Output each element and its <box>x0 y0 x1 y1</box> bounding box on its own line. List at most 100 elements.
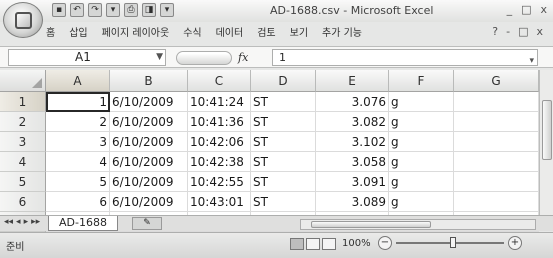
cell-g4[interactable] <box>454 152 539 172</box>
expand-formula-bar-icon[interactable]: ▾ <box>529 54 534 69</box>
cell-c3[interactable]: 10:42:06 <box>188 132 251 152</box>
cell-g6[interactable] <box>454 192 539 212</box>
column-header-g[interactable]: G <box>454 70 539 92</box>
cell-e2[interactable]: 3.082 <box>316 112 389 132</box>
page-layout-view-icon[interactable] <box>306 238 320 250</box>
close-button[interactable]: x <box>540 3 547 16</box>
undo-button[interactable]: ↶ <box>70 3 84 17</box>
cell-d4[interactable]: ST <box>251 152 316 172</box>
cell-a4[interactable]: 4 <box>46 152 110 172</box>
cell-e5[interactable]: 3.091 <box>316 172 389 192</box>
zoom-in-button[interactable]: + <box>508 236 522 250</box>
tab-add-ins[interactable]: 추가 기능 <box>322 24 362 42</box>
cell-b4[interactable]: 6/10/2009 <box>110 152 188 172</box>
save-icon[interactable]: ▪ <box>52 3 66 17</box>
last-sheet-button[interactable]: ▸▸ <box>31 217 40 227</box>
customize-qat-icon[interactable]: ▾ <box>160 3 174 17</box>
cell-f6[interactable]: g <box>389 192 454 212</box>
qat-dropdown-icon[interactable]: ▾ <box>106 3 120 17</box>
horizontal-scrollbar[interactable] <box>300 219 536 230</box>
cell-d3[interactable]: ST <box>251 132 316 152</box>
cell-a3[interactable]: 3 <box>46 132 110 152</box>
cell-e3[interactable]: 3.102 <box>316 132 389 152</box>
row-header-6[interactable]: 6 <box>0 192 46 212</box>
cell-b2[interactable]: 6/10/2009 <box>110 112 188 132</box>
cell-f5[interactable]: g <box>389 172 454 192</box>
cell-b6[interactable]: 6/10/2009 <box>110 192 188 212</box>
horizontal-scroll-thumb[interactable] <box>311 221 431 228</box>
help-icon[interactable]: ? <box>492 25 498 38</box>
cell-f4[interactable]: g <box>389 152 454 172</box>
sheet-tab-active[interactable]: AD-1688 <box>48 216 118 231</box>
column-header-a[interactable]: A <box>46 70 110 92</box>
cell-e6[interactable]: 3.089 <box>316 192 389 212</box>
chevron-down-icon[interactable]: ▼ <box>156 50 163 65</box>
cell-c5[interactable]: 10:42:55 <box>188 172 251 192</box>
cell-d2[interactable]: ST <box>251 112 316 132</box>
cell-f1[interactable]: g <box>389 92 454 112</box>
redo-button[interactable]: ↷ <box>88 3 102 17</box>
cell-d5[interactable]: ST <box>251 172 316 192</box>
row-header-5[interactable]: 5 <box>0 172 46 192</box>
cell-b5[interactable]: 6/10/2009 <box>110 172 188 192</box>
first-sheet-button[interactable]: ◂◂ <box>4 217 13 227</box>
cell-c4[interactable]: 10:42:38 <box>188 152 251 172</box>
formula-input[interactable]: 1 ▾ <box>272 49 538 66</box>
insert-sheet-icon[interactable]: ✎ <box>132 217 162 230</box>
print-icon[interactable]: ⎙ <box>124 3 138 17</box>
page-break-view-icon[interactable] <box>322 238 336 250</box>
tab-review[interactable]: 검토 <box>257 24 275 42</box>
column-header-c[interactable]: C <box>188 70 251 92</box>
cell-g5[interactable] <box>454 172 539 192</box>
cell-a2[interactable]: 2 <box>46 112 110 132</box>
cell-c1[interactable]: 10:41:24 <box>188 92 251 112</box>
tab-data[interactable]: 데이터 <box>216 24 244 42</box>
cell-g1[interactable] <box>454 92 539 112</box>
zoom-slider-thumb[interactable] <box>450 237 456 248</box>
name-box[interactable]: A1 ▼ <box>8 49 166 66</box>
workbook-restore-button[interactable]: □ <box>518 25 528 38</box>
workbook-close-button[interactable]: x <box>536 25 543 38</box>
formula-splitter[interactable] <box>176 50 232 65</box>
column-header-e[interactable]: E <box>316 70 389 92</box>
prev-sheet-button[interactable]: ◂ <box>16 217 21 227</box>
row-header-2[interactable]: 2 <box>0 112 46 132</box>
cell-b3[interactable]: 6/10/2009 <box>110 132 188 152</box>
cell-a5[interactable]: 5 <box>46 172 110 192</box>
cell-f3[interactable]: g <box>389 132 454 152</box>
cell-g3[interactable] <box>454 132 539 152</box>
tab-home[interactable]: 홈 <box>46 24 55 42</box>
workbook-minimize-button[interactable]: - <box>506 25 510 38</box>
cell-c2[interactable]: 10:41:36 <box>188 112 251 132</box>
cell-b1[interactable]: 6/10/2009 <box>110 92 188 112</box>
select-all-button[interactable] <box>0 70 46 92</box>
preview-icon[interactable]: ◨ <box>142 3 156 17</box>
cell-d1[interactable]: ST <box>251 92 316 112</box>
minimize-button[interactable]: _ <box>507 3 513 16</box>
normal-view-icon[interactable] <box>290 238 304 250</box>
column-header-d[interactable]: D <box>251 70 316 92</box>
cell-e1[interactable]: 3.076 <box>316 92 389 112</box>
vertical-scroll-thumb[interactable] <box>542 100 552 160</box>
vertical-scrollbar[interactable] <box>539 70 553 230</box>
cell-g2[interactable] <box>454 112 539 132</box>
cell-a6[interactable]: 6 <box>46 192 110 212</box>
cell-d6[interactable]: ST <box>251 192 316 212</box>
cell-e4[interactable]: 3.058 <box>316 152 389 172</box>
tab-insert[interactable]: 삽입 <box>69 24 87 42</box>
cell-c6[interactable]: 10:43:01 <box>188 192 251 212</box>
tab-view[interactable]: 보기 <box>290 24 308 42</box>
maximize-button[interactable]: □ <box>521 3 531 16</box>
row-header-4[interactable]: 4 <box>0 152 46 172</box>
insert-function-icon[interactable]: fx <box>238 51 248 64</box>
zoom-level[interactable]: 100% <box>342 238 371 249</box>
row-header-1[interactable]: 1 <box>0 92 46 112</box>
office-button[interactable] <box>3 2 43 38</box>
zoom-out-button[interactable]: − <box>378 236 392 250</box>
column-header-f[interactable]: F <box>389 70 454 92</box>
column-header-b[interactable]: B <box>110 70 188 92</box>
cell-f2[interactable]: g <box>389 112 454 132</box>
cell-a1[interactable]: 1 <box>46 92 110 112</box>
next-sheet-button[interactable]: ▸ <box>24 217 29 227</box>
tab-formulas[interactable]: 수식 <box>183 24 201 42</box>
